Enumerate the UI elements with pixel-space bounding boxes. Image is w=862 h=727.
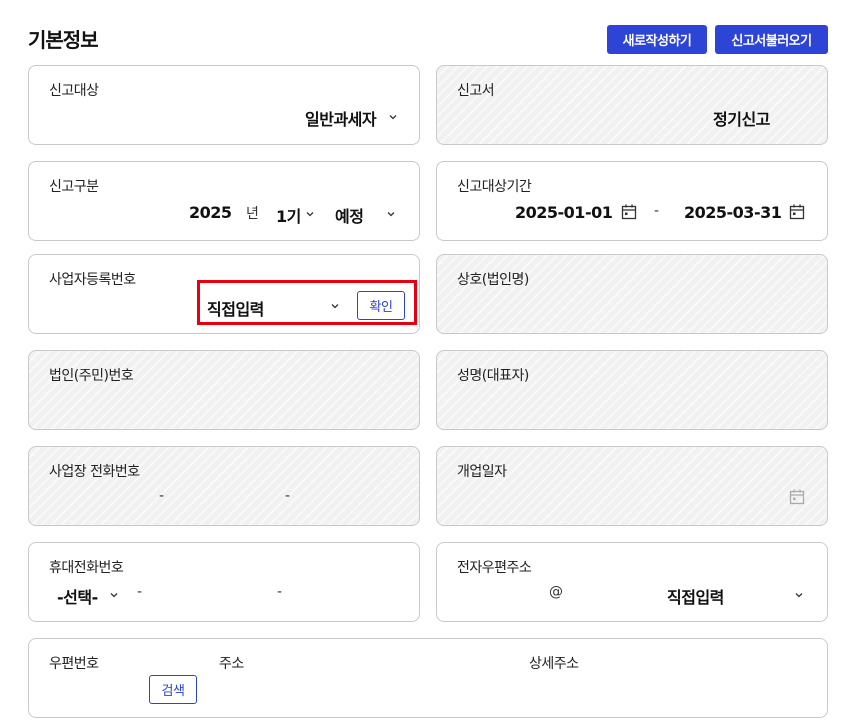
report-year-input[interactable]: 2025 [189,203,232,222]
calendar-icon[interactable] [620,203,638,221]
email-domain-value: 직접입력 [667,588,724,607]
report-form-label: 신고서 [457,83,495,99]
email-label: 전자우편주소 [457,560,532,576]
report-period-select[interactable]: 1기 [273,200,319,226]
biz-phone-separator: - [159,488,165,504]
company-name-label: 상호(법인명) [457,272,529,288]
mobile-prefix-value: -선택- [57,588,98,607]
page-title: 기본정보 [28,28,99,52]
report-period-label: 신고대상기간 [457,179,532,195]
mobile-label: 휴대전화번호 [49,560,124,576]
email-domain-select[interactable]: 직접입력 [661,581,809,607]
year-unit-label: 년 [246,206,259,222]
report-period-value: 1기 [276,207,301,226]
mobile-separator: - [277,584,283,600]
open-date-card: 개업일자 [436,446,828,526]
biz-phone-label: 사업장 전화번호 [49,464,140,480]
address-label: 주소 [219,656,244,672]
company-name-card: 상호(법인명) [436,254,828,334]
report-period-card: 신고대상기간 2025-01-01 - 2025-03-31 [436,161,828,241]
mobile-card: 휴대전화번호 -선택- - - [28,542,420,622]
chevron-down-icon [306,212,314,217]
zip-label: 우편번호 [49,656,99,672]
corp-number-card: 법인(주민)번호 [28,350,420,430]
chevron-down-icon [387,212,395,217]
open-date-label: 개업일자 [457,464,507,480]
report-target-value: 일반과세자 [305,110,377,129]
report-target-label: 신고대상 [49,83,99,99]
new-report-button[interactable]: 새로작성하기 [607,25,707,54]
period-start-input[interactable]: 2025-01-01 [515,203,613,222]
email-card: 전자우편주소 @ 직접입력 [436,542,828,622]
report-type-card: 신고구분 2025 년 1기 예정 [28,161,420,241]
report-type-label: 신고구분 [49,179,99,195]
mobile-prefix-select[interactable]: -선택- [53,581,125,607]
period-separator: - [654,203,660,219]
address-card: 우편번호 주소 상세주소 검색 [28,638,828,718]
zip-search-button[interactable]: 검색 [149,675,197,704]
report-form-card: 신고서 정기신고 [436,65,828,145]
chevron-down-icon [795,593,803,598]
report-target-select[interactable]: 일반과세자 [299,104,411,129]
corp-number-label: 법인(주민)번호 [49,368,134,384]
biz-phone-card: 사업장 전화번호 - - [28,446,420,526]
highlight-box [197,280,417,325]
report-form-value: 정기신고 [713,110,770,129]
mobile-separator: - [137,584,143,600]
business-reg-label: 사업자등록번호 [49,272,136,288]
detail-address-label: 상세주소 [529,656,579,672]
calendar-icon [789,489,805,505]
calendar-icon[interactable] [788,203,806,221]
period-end-input[interactable]: 2025-03-31 [684,203,782,222]
rep-name-card: 성명(대표자) [436,350,828,430]
report-target-card: 신고대상 일반과세자 [28,65,420,145]
biz-phone-separator: - [285,488,291,504]
chevron-down-icon [389,115,397,120]
report-kind-value: 예정 [335,207,364,226]
report-kind-select[interactable]: 예정 [329,200,409,226]
email-at-sign: @ [549,584,563,600]
chevron-down-icon [110,593,118,598]
rep-name-label: 성명(대표자) [457,368,529,384]
load-report-button[interactable]: 신고서불러오기 [715,25,828,54]
